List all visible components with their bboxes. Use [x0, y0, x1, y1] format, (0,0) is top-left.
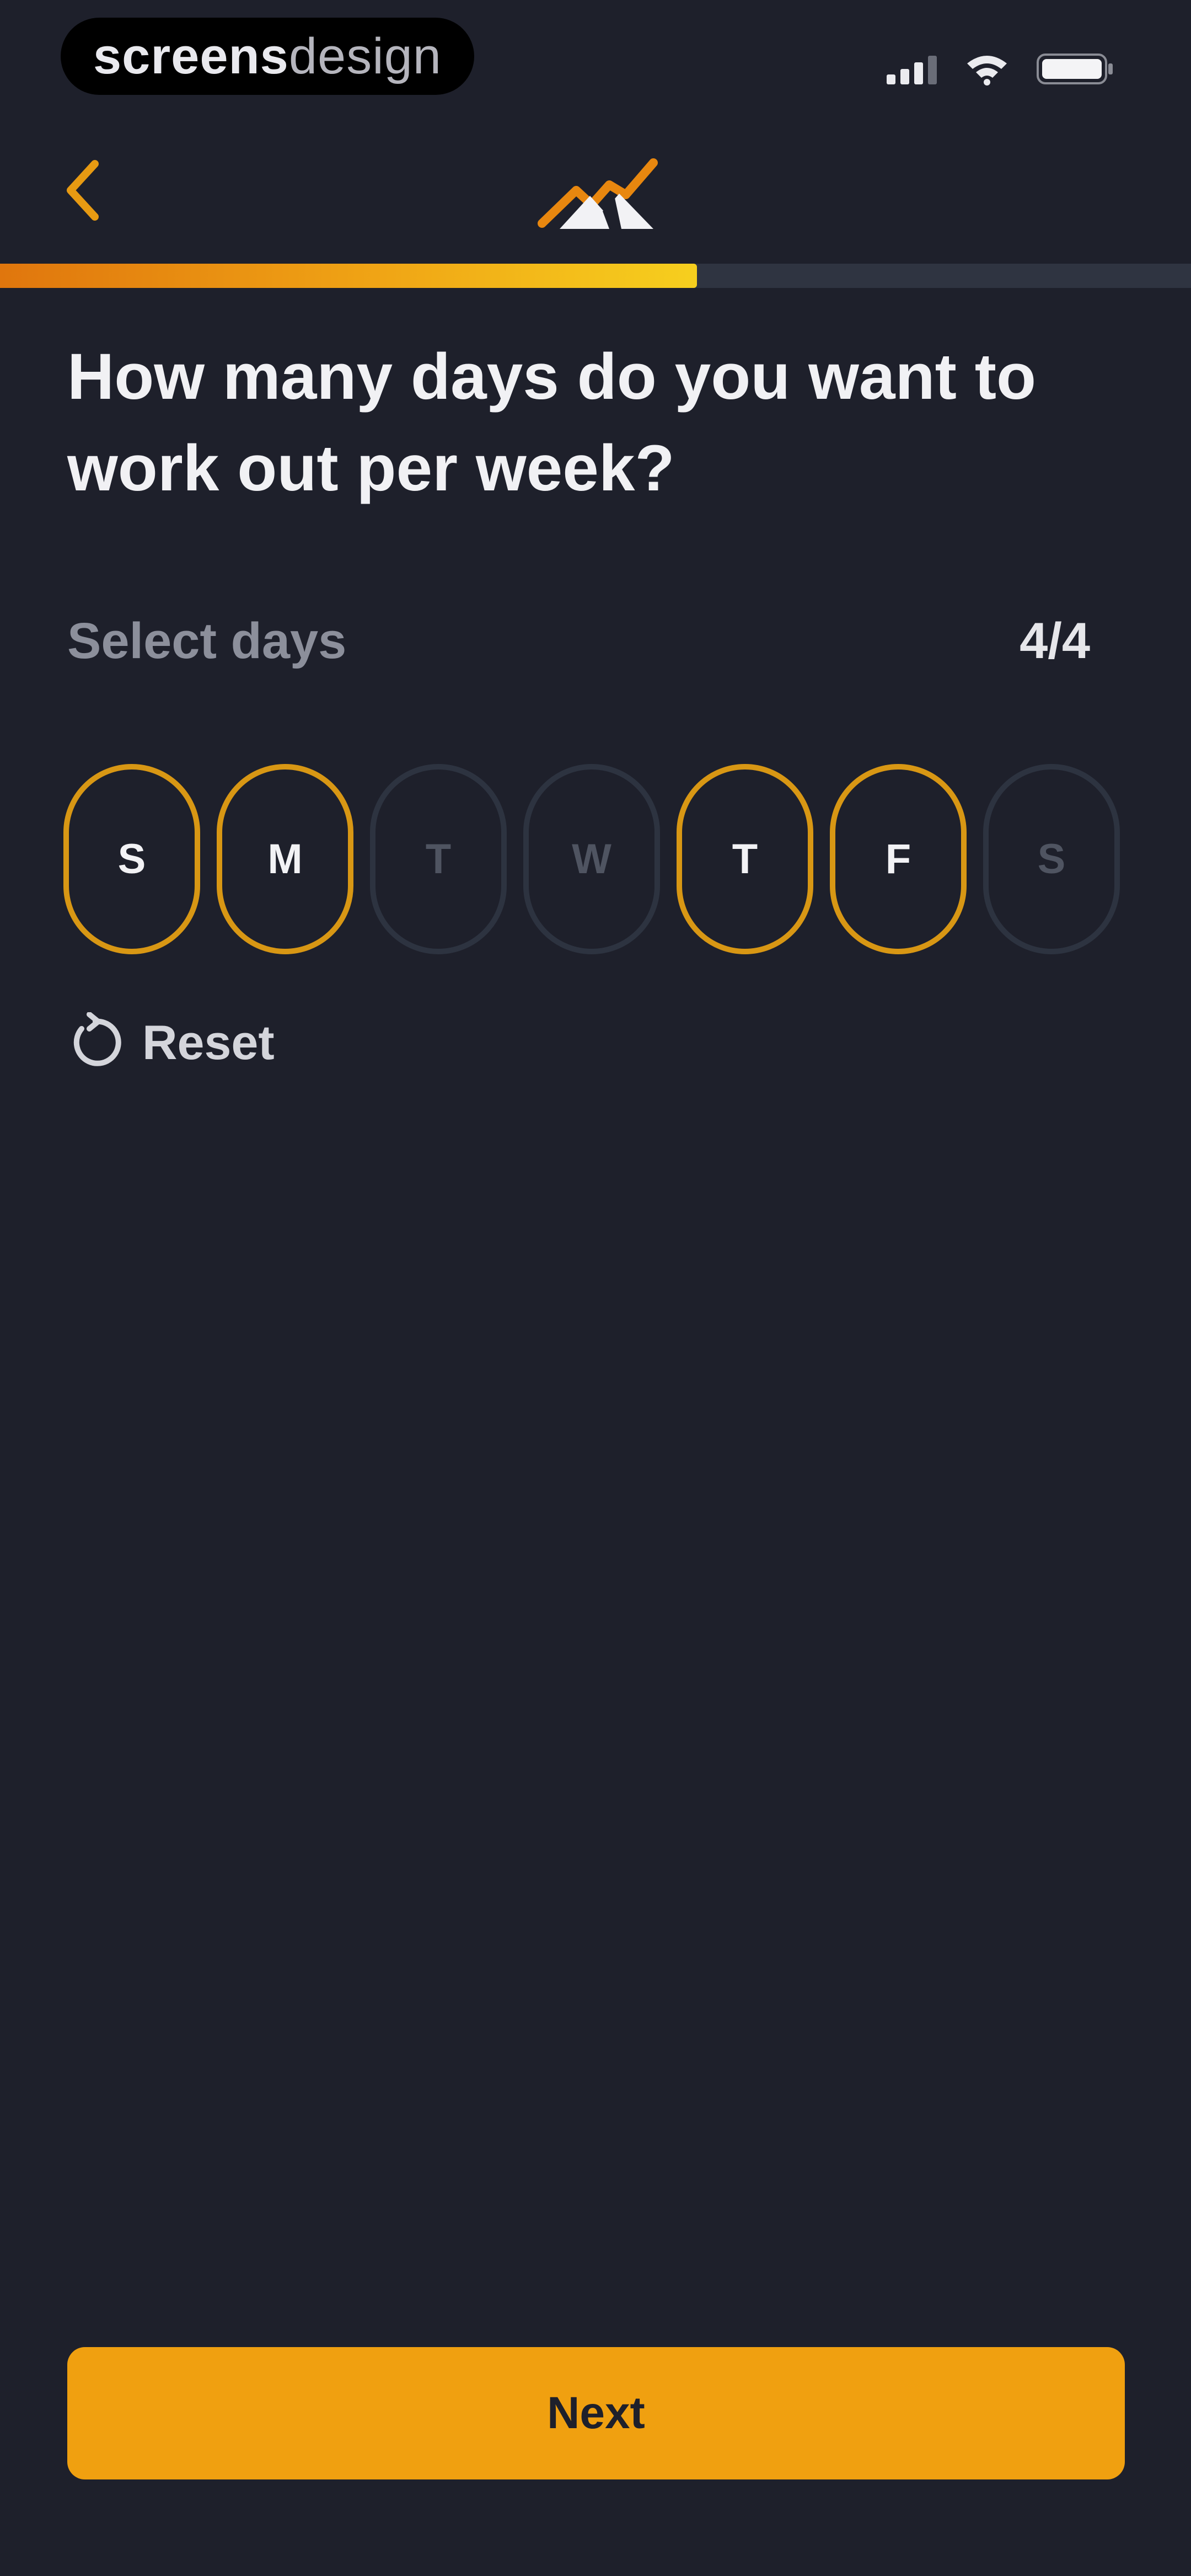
- signal-icon: [887, 54, 937, 84]
- day-selector: S M T W T F S: [63, 764, 1120, 954]
- progress-bar: [0, 264, 1191, 288]
- day-pill-monday[interactable]: M: [217, 764, 353, 954]
- chevron-left-icon: [67, 160, 99, 221]
- day-pill-sunday[interactable]: S: [63, 764, 200, 954]
- brand-watermark: screens design: [61, 18, 474, 95]
- reset-label: Reset: [142, 1015, 275, 1070]
- battery-icon: [1037, 52, 1114, 85]
- progress-fill: [0, 264, 697, 288]
- brand-bold: screens: [93, 28, 289, 84]
- brand-light: design: [288, 28, 442, 84]
- reset-button[interactable]: Reset: [65, 1012, 275, 1073]
- mountain-logo-icon: [538, 152, 664, 240]
- day-pill-wednesday[interactable]: W: [523, 764, 660, 954]
- day-pill-thursday[interactable]: T: [677, 764, 813, 954]
- select-days-row: Select days 4/4: [67, 612, 1090, 670]
- day-pill-tuesday[interactable]: T: [370, 764, 507, 954]
- select-days-label: Select days: [67, 613, 347, 669]
- next-button[interactable]: Next: [67, 2347, 1125, 2479]
- wifi-icon: [965, 52, 1009, 85]
- back-button[interactable]: [55, 154, 110, 226]
- day-pill-saturday[interactable]: S: [983, 764, 1120, 954]
- selected-count: 4/4: [1020, 613, 1090, 669]
- onboarding-screen: screens design How many days do you want…: [0, 0, 1191, 2576]
- status-icons: [887, 50, 1114, 88]
- reset-icon: [73, 1012, 121, 1066]
- day-pill-friday[interactable]: F: [830, 764, 967, 954]
- status-bar: screens design: [0, 0, 1191, 116]
- question-title: How many days do you want to work out pe…: [67, 340, 1037, 505]
